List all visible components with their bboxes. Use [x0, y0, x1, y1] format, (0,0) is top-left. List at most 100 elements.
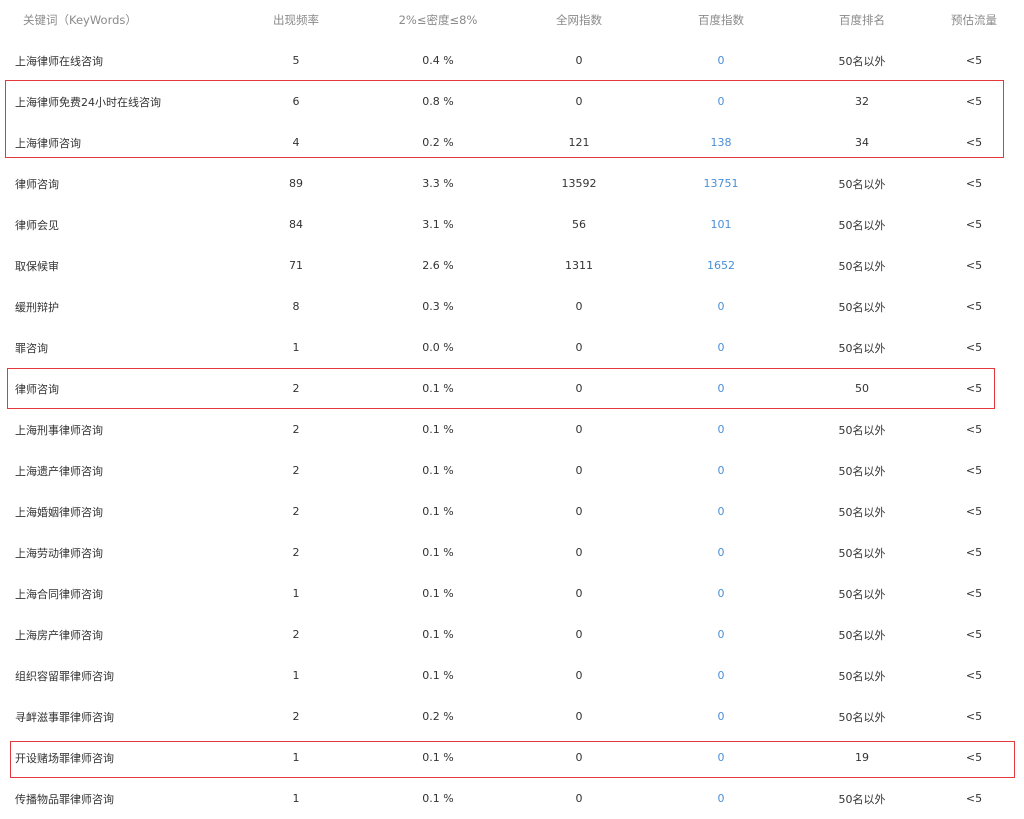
cell-keyword: 上海房产律师咨询	[15, 628, 103, 642]
table-row: 上海律师在线咨询 5 0.4 % 0 0 50名以外 <5	[0, 40, 1024, 81]
cell-keyword: 取保候审	[15, 259, 59, 273]
header-traffic[interactable]: 预估流量	[934, 0, 1014, 40]
cell-keyword: 上海刑事律师咨询	[15, 423, 103, 437]
table-row: 开设赌场罪律师咨询 1 0.1 % 0 0 19 <5	[0, 737, 1024, 778]
cell-traffic: <5	[965, 792, 983, 805]
cell-keyword: 上海律师在线咨询	[15, 54, 103, 68]
cell-all-index: 0	[575, 546, 583, 559]
baidu-index-link[interactable]: 0	[661, 696, 781, 737]
cell-baidu-rank: 50名以外	[838, 587, 886, 601]
cell-frequency: 1	[292, 587, 300, 600]
cell-keyword: 上海婚姻律师咨询	[15, 505, 103, 519]
cell-frequency: 6	[292, 95, 300, 108]
cell-baidu-rank: 50名以外	[838, 54, 886, 68]
cell-keyword: 缓刑辩护	[15, 300, 59, 314]
cell-density: 0.1 %	[422, 382, 454, 395]
cell-keyword: 组织容留罪律师咨询	[15, 669, 114, 683]
table-row: 律师会见 84 3.1 % 56 101 50名以外 <5	[0, 204, 1024, 245]
baidu-index-link[interactable]: 0	[661, 573, 781, 614]
baidu-index-link[interactable]: 0	[661, 286, 781, 327]
cell-traffic: <5	[965, 54, 983, 67]
baidu-index-link[interactable]: 0	[661, 614, 781, 655]
cell-baidu-rank: 50名以外	[838, 546, 886, 560]
cell-frequency: 2	[292, 382, 300, 395]
cell-density: 3.1 %	[422, 218, 454, 231]
cell-density: 0.1 %	[422, 505, 454, 518]
cell-keyword: 上海遗产律师咨询	[15, 464, 103, 478]
baidu-index-link[interactable]: 13751	[661, 163, 781, 204]
cell-frequency: 4	[292, 136, 300, 149]
table-row: 律师咨询 89 3.3 % 13592 13751 50名以外 <5	[0, 163, 1024, 204]
baidu-index-link[interactable]: 0	[661, 737, 781, 778]
baidu-index-link[interactable]: 0	[661, 368, 781, 409]
baidu-index-link[interactable]: 0	[661, 327, 781, 368]
cell-frequency: 2	[292, 505, 300, 518]
cell-density: 0.1 %	[422, 423, 454, 436]
cell-baidu-rank: 50名以外	[838, 423, 886, 437]
cell-traffic: <5	[965, 710, 983, 723]
cell-traffic: <5	[965, 95, 983, 108]
cell-density: 0.1 %	[422, 751, 454, 764]
cell-density: 0.2 %	[422, 710, 454, 723]
cell-all-index: 0	[575, 587, 583, 600]
baidu-index-link[interactable]: 1652	[661, 245, 781, 286]
cell-frequency: 71	[289, 259, 303, 272]
table-row: 上海律师咨询 4 0.2 % 121 138 34 <5	[0, 122, 1024, 163]
cell-baidu-rank: 50名以外	[838, 505, 886, 519]
header-baidu-index[interactable]: 百度指数	[661, 0, 781, 40]
cell-baidu-rank: 50名以外	[838, 218, 886, 232]
cell-all-index: 121	[568, 136, 590, 149]
header-keyword[interactable]: 关键词（KeyWords）	[23, 0, 243, 40]
cell-baidu-rank: 50名以外	[838, 341, 886, 355]
cell-frequency: 2	[292, 546, 300, 559]
baidu-index-link[interactable]: 138	[661, 122, 781, 163]
header-all-index[interactable]: 全网指数	[519, 0, 639, 40]
cell-keyword: 上海律师咨询	[15, 136, 81, 150]
baidu-index-link[interactable]: 101	[661, 204, 781, 245]
cell-all-index: 0	[575, 54, 583, 67]
cell-frequency: 2	[292, 464, 300, 477]
cell-traffic: <5	[965, 546, 983, 559]
table-row: 寻衅滋事罪律师咨询 2 0.2 % 0 0 50名以外 <5	[0, 696, 1024, 737]
cell-density: 0.1 %	[422, 628, 454, 641]
baidu-index-link[interactable]: 0	[661, 491, 781, 532]
table-row: 上海婚姻律师咨询 2 0.1 % 0 0 50名以外 <5	[0, 491, 1024, 532]
baidu-index-link[interactable]: 0	[661, 450, 781, 491]
cell-baidu-rank: 50名以外	[838, 177, 886, 191]
header-baidu-rank[interactable]: 百度排名	[802, 0, 922, 40]
cell-all-index: 1311	[565, 259, 593, 272]
table-row: 组织容留罪律师咨询 1 0.1 % 0 0 50名以外 <5	[0, 655, 1024, 696]
baidu-index-link[interactable]: 0	[661, 655, 781, 696]
cell-keyword: 罪咨询	[15, 341, 48, 355]
cell-density: 3.3 %	[422, 177, 454, 190]
cell-all-index: 0	[575, 505, 583, 518]
baidu-index-link[interactable]: 0	[661, 409, 781, 450]
cell-all-index: 0	[575, 95, 583, 108]
baidu-index-link[interactable]: 0	[661, 81, 781, 122]
cell-all-index: 56	[572, 218, 586, 231]
cell-density: 0.0 %	[422, 341, 454, 354]
header-density[interactable]: 2%≤密度≤8%	[378, 0, 498, 40]
cell-traffic: <5	[965, 341, 983, 354]
cell-frequency: 1	[292, 792, 300, 805]
cell-frequency: 2	[292, 423, 300, 436]
cell-baidu-rank: 50名以外	[838, 792, 886, 806]
cell-traffic: <5	[965, 423, 983, 436]
baidu-index-link[interactable]: 0	[661, 40, 781, 81]
header-frequency[interactable]: 出现频率	[256, 0, 336, 40]
table-row: 取保候审 71 2.6 % 1311 1652 50名以外 <5	[0, 245, 1024, 286]
cell-frequency: 1	[292, 341, 300, 354]
cell-keyword: 开设赌场罪律师咨询	[15, 751, 114, 765]
cell-baidu-rank: 50名以外	[838, 710, 886, 724]
cell-baidu-rank: 34	[855, 136, 869, 149]
cell-density: 0.4 %	[422, 54, 454, 67]
cell-density: 0.3 %	[422, 300, 454, 313]
cell-traffic: <5	[965, 136, 983, 149]
cell-all-index: 0	[575, 464, 583, 477]
cell-density: 0.1 %	[422, 546, 454, 559]
cell-density: 0.1 %	[422, 669, 454, 682]
cell-all-index: 0	[575, 300, 583, 313]
cell-frequency: 89	[289, 177, 303, 190]
baidu-index-link[interactable]: 0	[661, 778, 781, 819]
baidu-index-link[interactable]: 0	[661, 532, 781, 573]
